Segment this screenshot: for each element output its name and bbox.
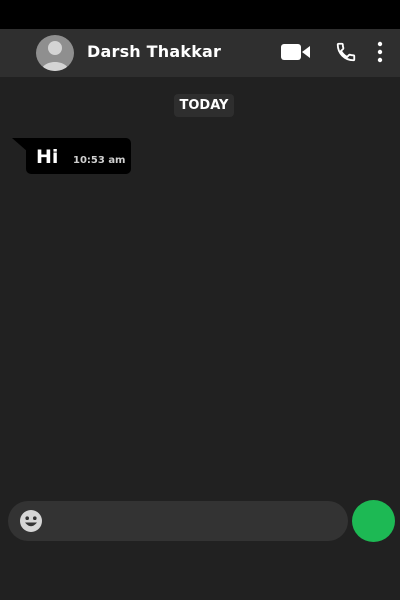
contact-name[interactable]: Darsh Thakkar: [87, 42, 221, 61]
chat-screen: Darsh Thakkar TODAY Hi 10:53 am: [0, 0, 400, 600]
message-bubble[interactable]: Hi 10:53 am: [26, 138, 131, 174]
more-options-icon[interactable]: [376, 41, 384, 63]
message-text: Hi: [36, 146, 59, 168]
contact-avatar[interactable]: [36, 35, 74, 71]
default-avatar-icon: [41, 41, 69, 71]
status-bar: [0, 0, 400, 29]
video-call-icon[interactable]: [281, 43, 310, 61]
message-input[interactable]: [54, 507, 339, 535]
phone-call-icon[interactable]: [335, 41, 357, 63]
emoji-icon[interactable]: [19, 509, 43, 533]
send-button[interactable]: [352, 500, 395, 542]
chat-header: Darsh Thakkar: [0, 29, 400, 77]
message-composer: [8, 501, 348, 541]
message-time: 10:53 am: [73, 155, 126, 166]
date-divider: TODAY: [174, 94, 234, 117]
